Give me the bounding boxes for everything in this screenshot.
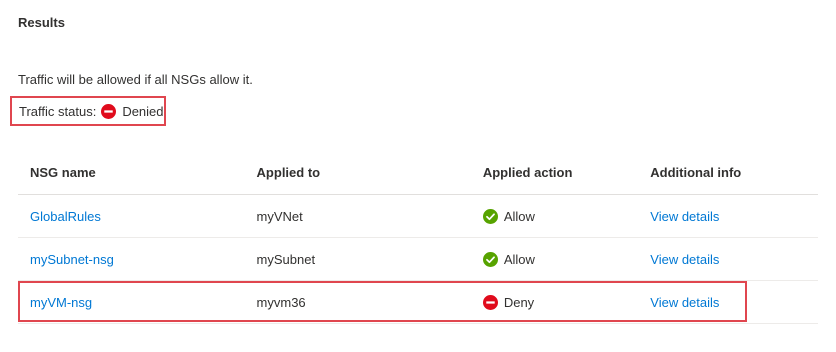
nsg-results-table: NSG name Applied to Applied action Addit… xyxy=(18,151,818,324)
applied-action-value: Deny xyxy=(503,294,535,310)
nsg-name-link[interactable]: myVM-nsg xyxy=(30,295,92,310)
deny-icon xyxy=(482,294,498,310)
column-header-applied-to: Applied to xyxy=(256,151,483,195)
allow-icon xyxy=(482,208,498,224)
table-header-row: NSG name Applied to Applied action Addit… xyxy=(18,151,818,195)
applied-to-value: mySubnet xyxy=(256,251,316,267)
nsg-name-link[interactable]: GlobalRules xyxy=(30,209,101,224)
traffic-rule-info: Traffic will be allowed if all NSGs allo… xyxy=(18,72,253,87)
view-details-link[interactable]: View details xyxy=(650,209,719,224)
nsg-name-link[interactable]: mySubnet-nsg xyxy=(30,252,114,267)
view-details-link[interactable]: View details xyxy=(650,252,719,267)
view-details-link[interactable]: View details xyxy=(650,295,719,310)
column-header-nsg-name: NSG name xyxy=(18,151,257,195)
allow-icon xyxy=(482,251,498,267)
deny-icon xyxy=(101,103,117,119)
applied-to-value: myvm36 xyxy=(256,294,306,310)
traffic-status-label: Traffic status: xyxy=(19,103,97,119)
column-header-applied-action: Applied action xyxy=(482,151,651,195)
column-header-additional-info: Additional info xyxy=(650,151,818,195)
results-heading: Results xyxy=(18,15,65,30)
applied-action-value: Allow xyxy=(503,251,535,267)
applied-action-value: Allow xyxy=(503,208,535,224)
table-row: mySubnet-nsg mySubnet Allow View details xyxy=(18,237,818,281)
table-row: GlobalRules myVNet Allow View details xyxy=(18,194,818,238)
traffic-status-value: Denied xyxy=(122,103,164,119)
traffic-status: Traffic status: Denied xyxy=(10,96,166,126)
table-row: myVM-nsg myvm36 Deny View details xyxy=(18,280,818,324)
applied-to-value: myVNet xyxy=(256,208,303,224)
